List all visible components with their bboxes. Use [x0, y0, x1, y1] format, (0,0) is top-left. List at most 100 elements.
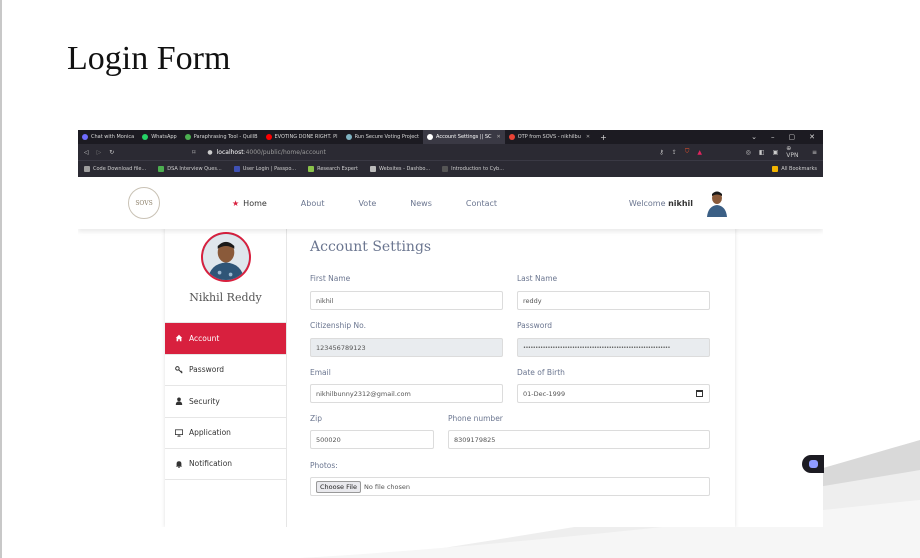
- bookmark-favicon-icon: [370, 166, 376, 172]
- all-bookmarks-folder[interactable]: All Bookmarks: [772, 166, 817, 172]
- brave-rewards-icon[interactable]: ▲: [697, 149, 702, 156]
- bookmark-label: Websites - Dashbo...: [379, 166, 431, 172]
- phone-field[interactable]: 8309179825: [448, 430, 710, 449]
- bell-icon: [175, 460, 183, 468]
- tab-favicon-icon: [345, 134, 352, 140]
- url-input[interactable]: ⌑ ● localhost:4000/public/home/account: [192, 147, 651, 158]
- bookmark-icon[interactable]: ⌑: [192, 149, 195, 156]
- browser-tab[interactable]: Run Secure Voting Project: [342, 130, 423, 144]
- browser-tab[interactable]: WhatsApp: [138, 130, 181, 144]
- share-icon[interactable]: ⇪: [672, 149, 677, 156]
- extensions-icon[interactable]: ◎: [746, 149, 751, 156]
- chat-widget-button[interactable]: [802, 455, 824, 473]
- reload-icon[interactable]: ↻: [109, 149, 114, 156]
- all-bookmarks-label: All Bookmarks: [781, 166, 817, 172]
- tab-favicon-icon: [142, 134, 149, 140]
- slide-left-border: [0, 0, 2, 558]
- forward-icon[interactable]: ▷: [97, 149, 102, 156]
- wallet-icon[interactable]: ▣: [773, 149, 779, 156]
- nav-vote[interactable]: Vote: [358, 199, 376, 208]
- zip-field[interactable]: 500020: [310, 430, 434, 449]
- url-host: localhost: [216, 148, 244, 156]
- profile-summary: Nikhil Reddy: [165, 226, 286, 322]
- browser-tab[interactable]: OTP from SOVS - nikhilbu ✕: [505, 130, 594, 144]
- tab-label: OTP from SOVS - nikhilbu: [517, 134, 581, 140]
- browser-tab[interactable]: Paraphrasing Tool - QuillB: [181, 130, 262, 144]
- browser-screenshot: Chat with Monica WhatsApp Paraphrasing T…: [78, 130, 823, 527]
- home-icon: [175, 335, 183, 342]
- url-path: :4000/public/home/account: [243, 148, 326, 156]
- sidebar-item-security[interactable]: Security: [165, 385, 286, 417]
- profile-name: Nikhil Reddy: [189, 291, 262, 304]
- sidebar-item-label: Notification: [189, 459, 233, 469]
- email-field[interactable]: nikhilbunny2312@gmail.com: [310, 384, 503, 403]
- welcome-prefix: Welcome: [628, 198, 666, 208]
- bookmark-favicon-icon: [442, 166, 449, 172]
- bookmark-label: Code Download file...: [93, 166, 147, 172]
- nav-home-label: Home: [243, 198, 267, 208]
- brave-shield-icon[interactable]: ⛉: [685, 148, 690, 156]
- photos-label: Photos:: [310, 461, 338, 470]
- tab-favicon-icon: [508, 134, 515, 140]
- bookmark-item[interactable]: DSA Interview Ques...: [158, 166, 222, 172]
- browser-tab[interactable]: Chat with Monica: [78, 130, 138, 144]
- browser-tab-active[interactable]: Account Settings || SC ✕: [423, 130, 505, 144]
- choose-file-button[interactable]: Choose File: [316, 480, 361, 493]
- tab-label: EVOTING DONE RIGHT. Pl: [274, 134, 338, 140]
- calendar-icon[interactable]: [696, 390, 703, 397]
- bookmark-favicon-icon: [158, 166, 165, 172]
- last-name-field[interactable]: reddy: [517, 291, 710, 310]
- site-info-icon[interactable]: ●: [207, 149, 212, 156]
- bookmark-item[interactable]: Code Download file...: [84, 166, 146, 172]
- restore-icon[interactable]: ▢: [789, 133, 796, 141]
- chevron-down-icon[interactable]: ⌄: [751, 133, 757, 141]
- slide-title: Login Form: [67, 40, 231, 77]
- nav-home[interactable]: ★ Home: [232, 199, 267, 208]
- bookmark-item[interactable]: Research Expert: [308, 166, 358, 172]
- sidebar-item-application[interactable]: Application: [165, 416, 286, 449]
- browser-address-bar: ◁ ▷ ↻ ⌑ ● localhost:4000/public/home/acc…: [78, 144, 823, 160]
- user-icon: [175, 397, 183, 406]
- tab-favicon-icon: [184, 134, 191, 140]
- bookmark-favicon-icon: [84, 166, 90, 172]
- sidebar-item-password[interactable]: Password: [165, 353, 286, 386]
- close-tab-icon[interactable]: ✕: [586, 134, 590, 140]
- password-label: Password: [517, 321, 553, 330]
- site-logo[interactable]: SOVS: [128, 187, 160, 219]
- close-tab-icon[interactable]: ✕: [497, 134, 501, 140]
- browser-tab[interactable]: EVOTING DONE RIGHT. Pl: [262, 130, 342, 144]
- sidebar-item-notification[interactable]: Notification: [165, 448, 286, 480]
- back-icon[interactable]: ◁: [84, 149, 89, 156]
- key-icon[interactable]: ⚷: [659, 149, 663, 156]
- nav-contact[interactable]: Contact: [466, 199, 497, 208]
- bookmark-favicon-icon: [233, 166, 240, 172]
- sidebar-item-account[interactable]: Account: [165, 322, 286, 354]
- profile-avatar[interactable]: [200, 232, 251, 282]
- photos-file-input[interactable]: Choose File No file chosen: [310, 477, 710, 496]
- nav-news[interactable]: News: [410, 199, 432, 208]
- last-name-label: Last Name: [517, 274, 558, 283]
- toolbar-right: ⚷ ⇪ ⛉ ▲ ◎ ◧ ▣ ⊕ VPN ≡: [659, 145, 817, 159]
- sidebar-icon[interactable]: ◧: [759, 149, 765, 156]
- nav-about[interactable]: About: [301, 199, 325, 208]
- new-tab-icon[interactable]: +: [594, 133, 613, 142]
- chat-icon: [808, 460, 818, 468]
- tab-label: WhatsApp: [151, 134, 177, 140]
- menu-icon[interactable]: ≡: [812, 149, 817, 156]
- bookmark-label: User Login | Passpo...: [242, 166, 297, 172]
- first-name-field[interactable]: nikhil: [310, 291, 503, 310]
- bookmark-item[interactable]: Websites - Dashbo...: [370, 166, 430, 172]
- close-icon[interactable]: ✕: [809, 133, 815, 141]
- welcome-text: Welcome nikhil: [629, 199, 693, 208]
- password-field: ••••••••••••••••••••••••••••••••••••••••…: [517, 338, 710, 357]
- avatar[interactable]: [705, 189, 729, 217]
- bookmark-item[interactable]: User Login | Passpo...: [233, 166, 297, 172]
- bookmark-item[interactable]: Introduction to Cyb...: [442, 166, 504, 172]
- tab-label: Paraphrasing Tool - QuillB: [193, 134, 258, 140]
- account-settings-card: Nikhil Reddy Account Password Security A…: [165, 226, 735, 527]
- bookmark-label: DSA Interview Ques...: [167, 166, 222, 172]
- dob-field[interactable]: 01-Dec-1999: [517, 384, 710, 403]
- folder-icon: [772, 166, 779, 172]
- vpn-button[interactable]: ⊕ VPN: [786, 145, 804, 159]
- minimize-icon[interactable]: –: [771, 133, 775, 141]
